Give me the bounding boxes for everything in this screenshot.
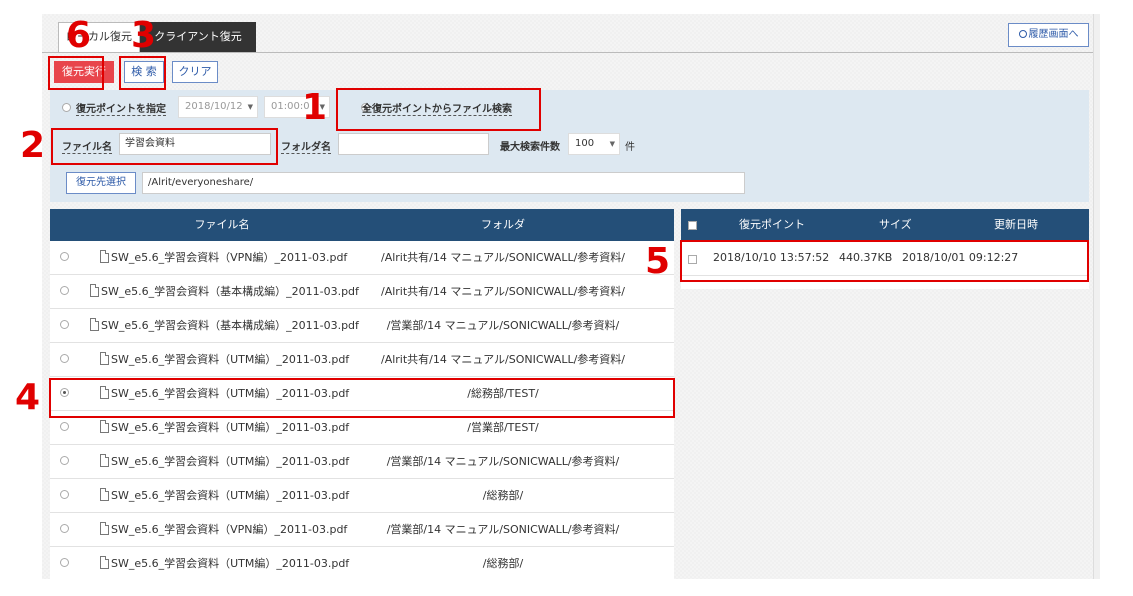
table-row[interactable]: SW_e5.6_学習会資料（基本構成編）_2011-03.pdf/営業部/14 …	[50, 309, 674, 343]
clock-icon	[1018, 30, 1027, 38]
file-name-text: SW_e5.6_学習会資料（基本構成編）_2011-03.pdf	[101, 319, 359, 332]
file-name-cell: SW_e5.6_学習会資料（VPN編）_2011-03.pdf	[100, 513, 347, 547]
points-table-header: 復元ポイント サイズ 更新日時	[681, 209, 1089, 241]
file-name-text: SW_e5.6_学習会資料（UTM編）_2011-03.pdf	[111, 421, 350, 434]
row-select-radio[interactable]	[60, 524, 69, 533]
page-scrollbar[interactable]	[1093, 14, 1100, 579]
table-row[interactable]: SW_e5.6_学習会資料（UTM編）_2011-03.pdf/総務部/	[50, 547, 674, 579]
max-count-unit: 件	[625, 142, 635, 153]
file-name-cell: SW_e5.6_学習会資料（UTM編）_2011-03.pdf	[100, 445, 349, 479]
date-value: 2018/10/12	[185, 101, 243, 112]
file-name-cell: SW_e5.6_学習会資料（UTM編）_2011-03.pdf	[100, 547, 349, 579]
destination-path-field[interactable]: /Alrit/everyoneshare/	[142, 172, 745, 194]
file-name-cell: SW_e5.6_学習会資料（VPN編）_2011-03.pdf	[100, 241, 347, 275]
table-row[interactable]: SW_e5.6_学習会資料（UTM編）_2011-03.pdf/Alrit共有/…	[50, 343, 674, 377]
annotation-number-6: 6	[66, 15, 92, 56]
folder-column-header: フォルダ	[481, 218, 525, 231]
file-name-text: SW_e5.6_学習会資料（UTM編）_2011-03.pdf	[111, 353, 350, 366]
row-select-radio[interactable]	[60, 286, 69, 295]
folder-path-cell: /Alrit共有/14 マニュアル/SONICWALL/参考資料/	[380, 251, 626, 264]
file-name-text: SW_e5.6_学習会資料（UTM編）_2011-03.pdf	[111, 455, 350, 468]
select-all-checkbox[interactable]	[688, 221, 697, 230]
size-column-header: サイズ	[879, 218, 912, 231]
file-name-cell: SW_e5.6_学習会資料（UTM編）_2011-03.pdf	[100, 479, 349, 513]
file-icon	[90, 318, 99, 331]
annotation-box-6	[48, 56, 104, 90]
restore-app: ローカル復元 クライアント復元 履歴画面へ 復元実行 検 索 クリア 復元ポイン…	[42, 14, 1100, 579]
annotation-box-5	[680, 240, 1089, 282]
file-table-header: ファイル名 フォルダ	[50, 209, 674, 241]
clear-button[interactable]: クリア	[172, 61, 218, 83]
row-select-radio[interactable]	[60, 320, 69, 329]
folder-path-cell: /総務部/	[482, 557, 524, 570]
file-icon	[100, 488, 109, 501]
file-name-text: SW_e5.6_学習会資料（VPN編）_2011-03.pdf	[111, 251, 348, 264]
folder-path-cell: /Alrit共有/14 マニュアル/SONICWALL/参考資料/	[380, 353, 626, 366]
folder-path-cell: /営業部/14 マニュアル/SONICWALL/参考資料/	[386, 319, 620, 332]
folder-label: フォルダ名	[281, 138, 331, 154]
restore-point-radio[interactable]	[62, 103, 71, 112]
destination-select-button[interactable]: 復元先選択	[66, 172, 136, 194]
date-select[interactable]: 2018/10/12 ▼	[178, 96, 258, 118]
row-select-radio[interactable]	[60, 558, 69, 567]
max-count-label: 最大検索件数	[500, 142, 560, 153]
history-button-label: 履歴画面へ	[1028, 29, 1079, 40]
file-name-text: SW_e5.6_学習会資料（UTM編）_2011-03.pdf	[111, 489, 350, 502]
annotation-box-2	[51, 128, 278, 165]
row-select-radio[interactable]	[60, 456, 69, 465]
folder-input[interactable]	[338, 133, 489, 155]
table-row[interactable]: SW_e5.6_学習会資料（VPN編）_2011-03.pdf/営業部/14 マ…	[50, 513, 674, 547]
max-count-select[interactable]: 100 ▼	[568, 133, 620, 155]
folder-path-cell: /Alrit共有/14 マニュアル/SONICWALL/参考資料/	[380, 285, 626, 298]
file-icon	[100, 420, 109, 433]
file-name-cell: SW_e5.6_学習会資料（UTM編）_2011-03.pdf	[100, 343, 349, 377]
row-select-radio[interactable]	[60, 354, 69, 363]
annotation-number-1: 1	[302, 87, 328, 128]
annotation-number-5: 5	[645, 241, 671, 282]
point-column-header: 復元ポイント	[739, 218, 805, 231]
max-count-value: 100	[575, 138, 595, 149]
table-row[interactable]: SW_e5.6_学習会資料（UTM編）_2011-03.pdf/総務部/	[50, 479, 674, 513]
row-select-radio[interactable]	[60, 490, 69, 499]
file-name-text: SW_e5.6_学習会資料（基本構成編）_2011-03.pdf	[101, 285, 359, 298]
tab-divider	[42, 52, 1100, 53]
chevron-down-icon: ▼	[609, 140, 615, 148]
table-row[interactable]: SW_e5.6_学習会資料（UTM編）_2011-03.pdf/営業部/14 マ…	[50, 445, 674, 479]
row-select-radio[interactable]	[60, 252, 69, 261]
restore-point-label: 復元ポイントを指定	[76, 100, 166, 116]
file-name-text: SW_e5.6_学習会資料（UTM編）_2011-03.pdf	[111, 557, 350, 570]
annotation-number-3: 3	[131, 15, 157, 56]
updated-column-header: 更新日時	[994, 218, 1038, 231]
annotation-box-3	[119, 56, 166, 90]
table-row[interactable]: SW_e5.6_学習会資料（VPN編）_2011-03.pdf/Alrit共有/…	[50, 241, 674, 275]
file-icon	[100, 522, 109, 535]
file-icon	[100, 250, 109, 263]
annotation-number-4: 4	[15, 377, 41, 418]
file-icon	[100, 454, 109, 467]
table-row[interactable]: SW_e5.6_学習会資料（基本構成編）_2011-03.pdf/Alrit共有…	[50, 275, 674, 309]
file-icon	[100, 352, 109, 365]
annotation-number-2: 2	[20, 125, 46, 166]
folder-path-cell: /総務部/	[482, 489, 524, 502]
chevron-down-icon: ▼	[247, 103, 253, 111]
folder-path-cell: /営業部/14 マニュアル/SONICWALL/参考資料/	[386, 523, 620, 536]
tab-client-restore[interactable]: クライアント復元	[140, 22, 256, 52]
file-icon	[100, 556, 109, 569]
file-name-cell: SW_e5.6_学習会資料（基本構成編）_2011-03.pdf	[90, 275, 359, 309]
file-name-cell: SW_e5.6_学習会資料（基本構成編）_2011-03.pdf	[90, 309, 359, 343]
file-icon	[90, 284, 99, 297]
file-name-text: SW_e5.6_学習会資料（VPN編）_2011-03.pdf	[111, 523, 348, 536]
annotation-box-1	[336, 88, 541, 131]
row-select-radio[interactable]	[60, 422, 69, 431]
history-button[interactable]: 履歴画面へ	[1008, 23, 1089, 47]
folder-path-cell: /営業部/14 マニュアル/SONICWALL/参考資料/	[386, 455, 620, 468]
annotation-box-4	[49, 378, 675, 418]
